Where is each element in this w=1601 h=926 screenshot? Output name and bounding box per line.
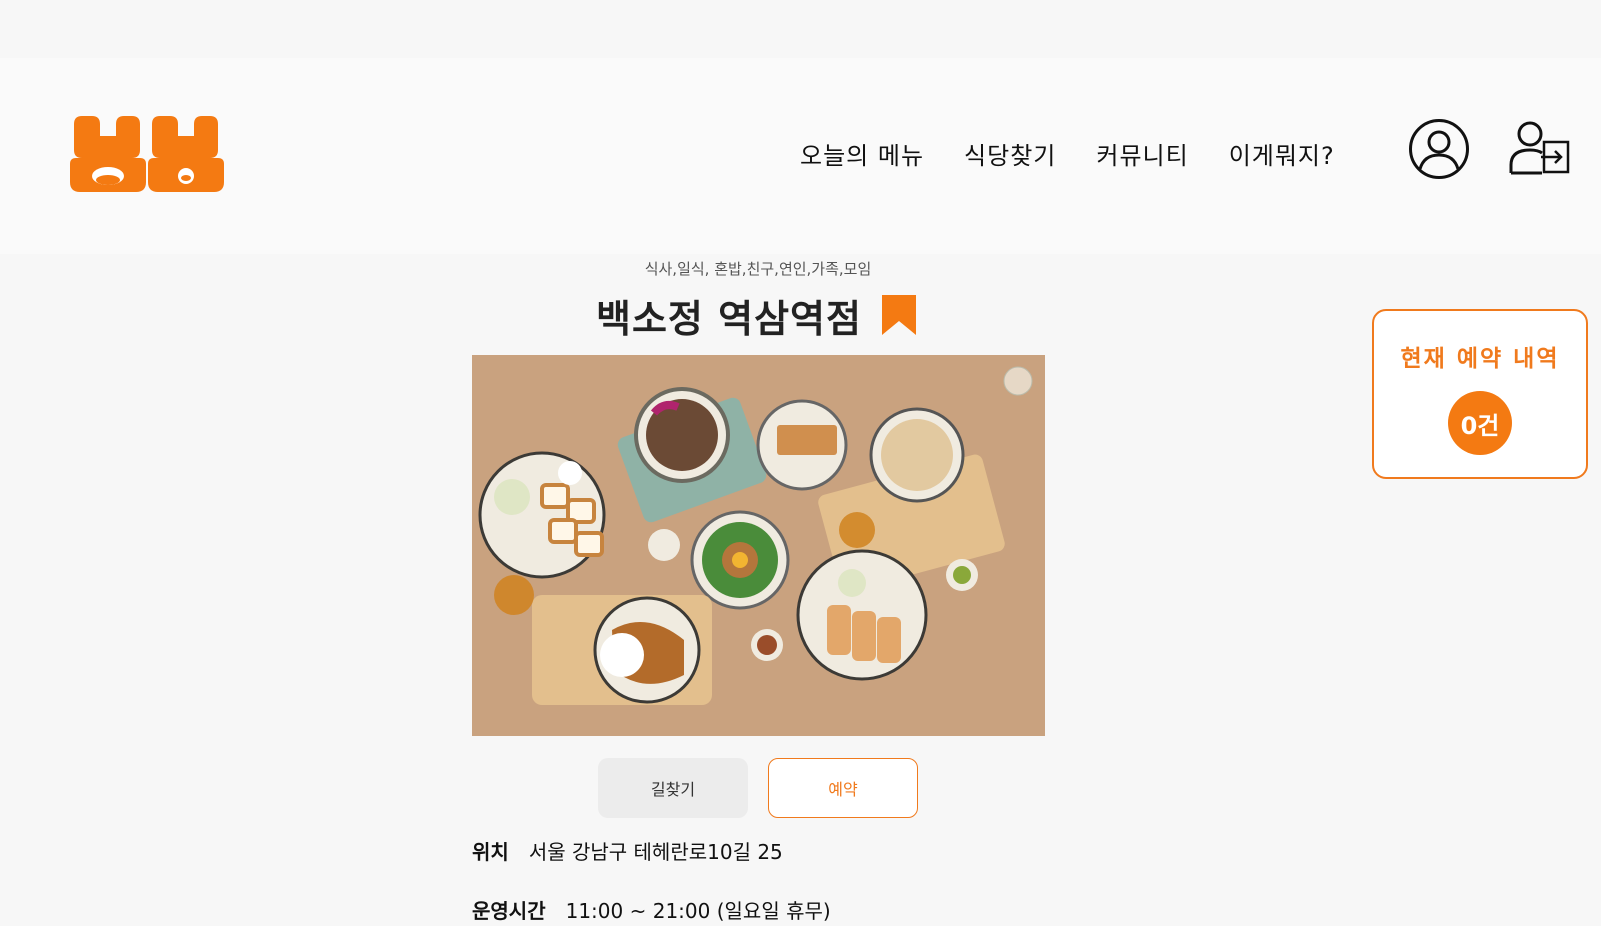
nav-find-restaurant[interactable]: 식당찾기 bbox=[964, 136, 1056, 171]
reservation-count-badge[interactable]: 0건 bbox=[1448, 391, 1512, 455]
reservation-title: 현재 예약 내역 bbox=[1400, 346, 1560, 372]
action-buttons: 길찾기 예약 bbox=[598, 758, 918, 818]
hours-row: 운영시간 11:00 ~ 21:00 (일요일 휴무) bbox=[472, 895, 831, 924]
bookmark-icon[interactable] bbox=[880, 293, 918, 337]
restaurant-photo bbox=[472, 355, 1045, 736]
main-nav: 오늘의 메뉴 식당찾기 커뮤니티 이게뭐지? bbox=[800, 136, 1335, 171]
location-label: 위치 bbox=[472, 840, 509, 864]
directions-button[interactable]: 길찾기 bbox=[598, 758, 748, 818]
nav-what-is-this[interactable]: 이게뭐지? bbox=[1229, 136, 1335, 171]
user-login-icon[interactable] bbox=[1508, 120, 1572, 176]
restaurant-name: 백소정 역삼역점 bbox=[596, 296, 862, 341]
nav-community[interactable]: 커뮤니티 bbox=[1096, 136, 1188, 171]
location-value: 서울 강남구 테헤란로10길 25 bbox=[528, 840, 783, 864]
reservation-card[interactable]: 현재 예약 내역 0건 bbox=[1372, 309, 1588, 479]
top-strip bbox=[0, 0, 1601, 58]
site-header: 오늘의 메뉴 식당찾기 커뮤니티 이게뭐지? bbox=[0, 58, 1601, 254]
reserve-button[interactable]: 예약 bbox=[768, 758, 918, 818]
title-row: 백소정 역삼역점 bbox=[596, 290, 918, 341]
location-row: 위치 서울 강남구 테헤란로10길 25 bbox=[472, 836, 783, 865]
user-circle-icon[interactable] bbox=[1408, 118, 1470, 180]
nav-todays-menu[interactable]: 오늘의 메뉴 bbox=[800, 136, 924, 171]
hours-value: 11:00 ~ 21:00 (일요일 휴무) bbox=[565, 899, 831, 923]
restaurant-tags: 식사,일식, 혼밥,친구,연인,가족,모임 bbox=[644, 260, 872, 278]
hours-label: 운영시간 bbox=[472, 899, 546, 923]
logo[interactable] bbox=[70, 114, 226, 194]
